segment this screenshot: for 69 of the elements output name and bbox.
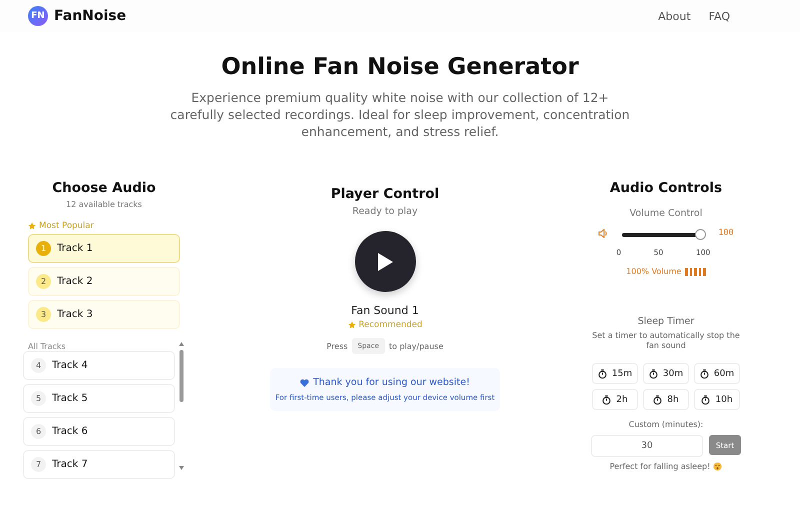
- rank-number: 4: [31, 358, 46, 373]
- stopwatch-icon: [648, 368, 658, 378]
- volume-reading: 100: [718, 228, 734, 238]
- timer-button[interactable]: 8h: [643, 389, 689, 410]
- track-label: Track 4: [52, 360, 88, 371]
- page-title: Online Fan Noise Generator: [221, 54, 579, 80]
- section-title: Audio Controls: [610, 180, 722, 196]
- recommended-label: Recommended: [358, 320, 422, 330]
- stopwatch-icon: [598, 368, 607, 378]
- stopwatch-icon: [602, 394, 612, 404]
- star-icon: [348, 321, 356, 329]
- rank-number: 2: [36, 274, 51, 289]
- track-label: Track 2: [57, 276, 93, 287]
- rank-number: 3: [36, 307, 51, 322]
- track-item[interactable]: 7 Track 7: [23, 450, 175, 479]
- track-item[interactable]: 6 Track 6: [23, 417, 175, 446]
- speaker-icon[interactable]: [598, 229, 608, 238]
- star-icon: [28, 222, 36, 230]
- track-item[interactable]: 3 Track 3: [28, 300, 180, 329]
- player-status: Ready to play: [352, 206, 418, 217]
- section-title: Player Control: [330, 186, 440, 202]
- hint-text: Press: [326, 342, 348, 350]
- page-subtitle: Experience premium quality white noise with our collection of 12+ carefully selected recordings. Ideal for sleep improvement, concentration enhancement, and stress relief.: [169, 89, 631, 140]
- rank-number: 6: [31, 424, 46, 439]
- timer-footer: Perfect for falling asleep!: [610, 462, 710, 471]
- stopwatch-icon: [700, 368, 709, 378]
- timer-button[interactable]: 15m: [592, 363, 638, 384]
- popular-label: Most Popular: [39, 221, 94, 231]
- track-item[interactable]: 4 Track 4: [23, 351, 175, 380]
- track-label: Track 6: [52, 426, 88, 437]
- heart-icon: [300, 378, 310, 386]
- play-icon: [377, 252, 393, 270]
- play-button[interactable]: [354, 231, 416, 292]
- volume-text: 100% Volume: [626, 267, 682, 276]
- stopwatch-icon: [653, 394, 662, 404]
- volume-bars-icon: [685, 268, 706, 276]
- logo-badge[interactable]: FN: [28, 6, 48, 26]
- track-item[interactable]: 2 Track 2: [28, 267, 180, 296]
- track-item[interactable]: 5 Track 5: [23, 384, 175, 413]
- stopwatch-icon: [701, 394, 710, 404]
- section-title: Choose Audio: [52, 180, 156, 196]
- volume-label: Volume Control: [630, 208, 702, 219]
- nav-link[interactable]: FAQ: [708, 10, 730, 22]
- track-label: Track 5: [52, 393, 88, 404]
- track-item[interactable]: 1 Track 1: [28, 234, 180, 263]
- sleepy-face-icon: [713, 462, 722, 471]
- timer-button[interactable]: 30m: [643, 363, 689, 384]
- rank-number: 5: [31, 391, 46, 406]
- timer-title: Sleep Timer: [638, 316, 694, 327]
- track-label: Track 1: [57, 243, 93, 254]
- timer-button[interactable]: 10h: [694, 389, 740, 410]
- slider-thumb[interactable]: [695, 229, 706, 240]
- brand-name[interactable]: FanNoise: [54, 8, 126, 24]
- rank-number: 1: [36, 241, 51, 256]
- custom-label: Custom (minutes):: [628, 420, 704, 429]
- track-label: Track 7: [52, 459, 88, 470]
- timer-button[interactable]: 2h: [592, 389, 638, 410]
- track-count: 12 available tracks: [66, 200, 142, 209]
- hint-text: to play/pause: [389, 342, 444, 350]
- scrollbar[interactable]: [178, 341, 185, 471]
- all-tracks-label: All Tracks: [28, 342, 66, 351]
- timer-button[interactable]: 60m: [694, 363, 740, 384]
- timer-description: Set a timer to automatically stop the fan sound: [591, 331, 741, 351]
- nav-link[interactable]: About: [658, 10, 691, 22]
- thanks-message: Thank you for using our website!: [313, 377, 470, 388]
- track-name: Fan Sound 1: [351, 304, 419, 317]
- minutes-input[interactable]: 30: [591, 435, 703, 457]
- rank-number: 7: [31, 457, 46, 472]
- track-label: Track 3: [57, 309, 93, 320]
